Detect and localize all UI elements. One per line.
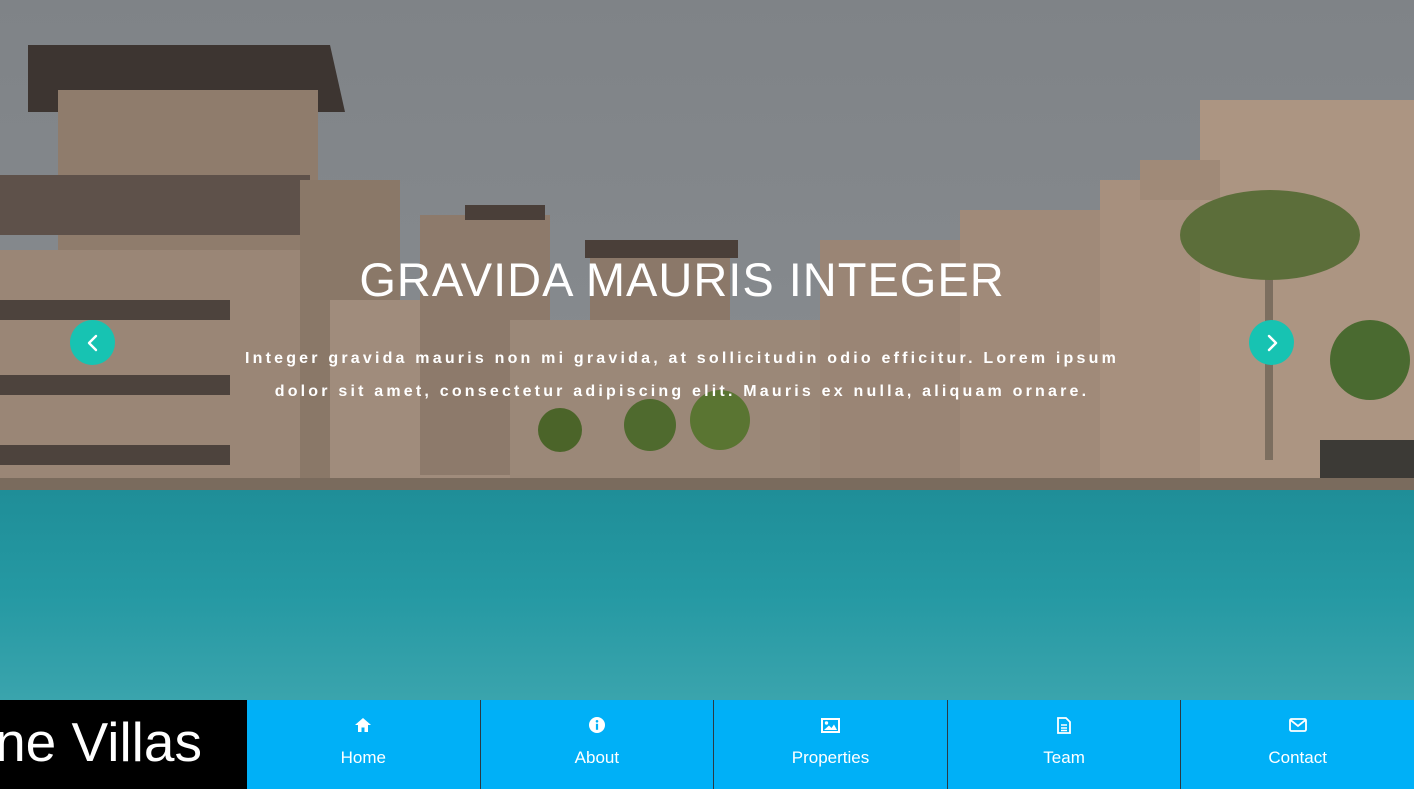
nav-item-label: Contact [1268, 748, 1327, 767]
document-icon [1057, 716, 1071, 734]
hero-title: GRAVIDA MAURIS INTEGER [359, 253, 1005, 306]
hero-slider: GRAVIDA MAURIS INTEGER Integer gravida m… [0, 0, 1414, 700]
nav-item-about[interactable]: About [479, 700, 714, 789]
nav-item-label: Home [340, 748, 386, 767]
nav-item-team[interactable]: Team [946, 700, 1181, 789]
nav-item-label: About [574, 748, 620, 767]
chevron-left-icon [87, 334, 97, 351]
slider-next-button[interactable] [1249, 320, 1294, 365]
info-icon [588, 716, 605, 734]
slider-prev-button[interactable] [70, 320, 115, 365]
nav-item-contact[interactable]: Contact [1180, 700, 1414, 789]
image-icon [820, 716, 840, 734]
main-navigation: Home About Properties Team Contact [247, 700, 1414, 789]
envelope-icon [1288, 716, 1307, 734]
hero-description-line-2: dolor sit amet, consectetur adipiscing e… [274, 383, 1090, 400]
page-bottom-edge [0, 789, 1414, 794]
nav-item-properties[interactable]: Properties [713, 700, 947, 789]
hero-description-line-1: Integer gravida mauris non mi gravida, a… [244, 350, 1120, 367]
home-icon [355, 716, 372, 734]
nav-item-home[interactable]: Home [247, 700, 480, 789]
site-logo[interactable]: ne Villas [0, 700, 247, 789]
site-logo-text: ne Villas [0, 711, 202, 773]
hero-description: Integer gravida mauris non mi gravida, a… [190, 342, 1174, 408]
chevron-right-icon [1267, 334, 1277, 351]
nav-item-label: Properties [791, 748, 870, 767]
nav-item-label: Team [1043, 748, 1085, 767]
